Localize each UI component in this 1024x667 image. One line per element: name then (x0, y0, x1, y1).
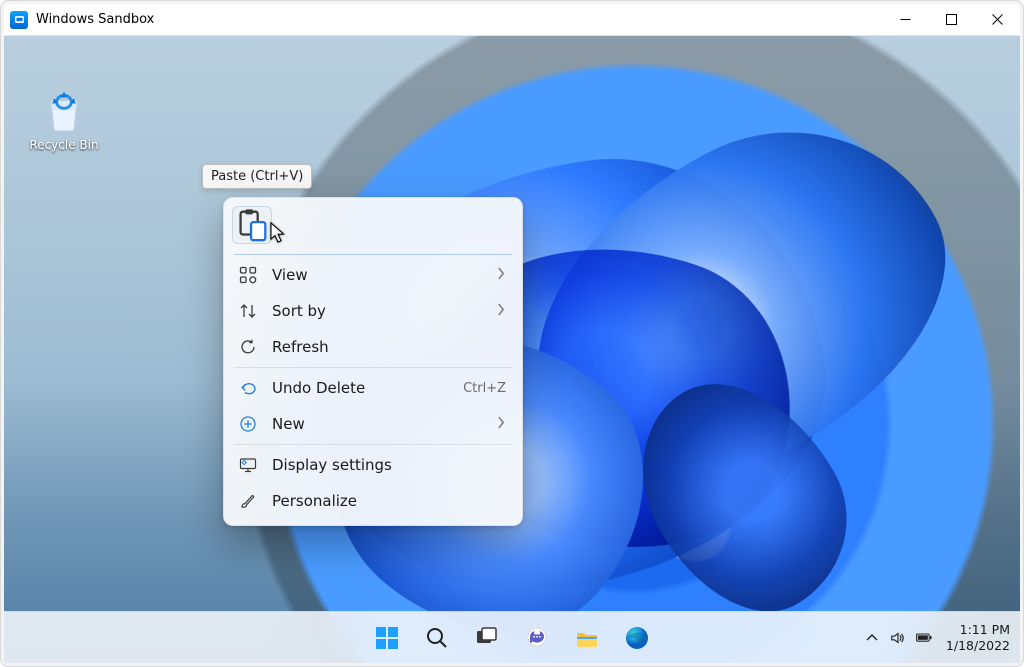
chevron-right-icon (496, 302, 506, 320)
refresh-icon (238, 337, 258, 357)
sort-icon (238, 301, 258, 321)
desktop-context-menu: View Sort by Refresh (223, 197, 523, 526)
monitor-gear-icon (238, 455, 258, 475)
start-button[interactable] (366, 617, 408, 659)
recycle-bin-label: Recycle Bin (29, 138, 98, 152)
folder-icon (574, 625, 600, 651)
grid-icon (238, 265, 258, 285)
menu-personalize-label: Personalize (272, 492, 506, 510)
chevron-right-icon (496, 415, 506, 433)
task-view-button[interactable] (466, 617, 508, 659)
undo-icon (238, 378, 258, 398)
clock-time: 1:11 PM (946, 622, 1010, 638)
context-separator (234, 444, 512, 445)
sandbox-app-icon (10, 11, 28, 29)
desktop[interactable]: Recycle Bin Paste (Ctrl+V) (4, 36, 1020, 663)
taskbar-clock[interactable]: 1:11 PM 1/18/2022 (946, 622, 1010, 653)
task-view-icon (474, 625, 500, 651)
menu-personalize[interactable]: Personalize (230, 483, 516, 519)
context-separator (234, 367, 512, 368)
menu-sort-by-label: Sort by (272, 302, 482, 320)
file-explorer-button[interactable] (566, 617, 608, 659)
menu-view[interactable]: View (230, 257, 516, 293)
app-window: Windows Sandbox (0, 0, 1024, 667)
menu-undo-delete-shortcut: Ctrl+Z (463, 381, 506, 396)
tray-icons[interactable] (864, 630, 932, 646)
clipboard-icon (233, 206, 271, 244)
menu-display-settings[interactable]: Display settings (230, 447, 516, 483)
edge-button[interactable] (616, 617, 658, 659)
menu-sort-by[interactable]: Sort by (230, 293, 516, 329)
window-controls (882, 4, 1020, 35)
edge-icon (624, 625, 650, 651)
context-separator (234, 254, 512, 255)
tooltip-text: Paste (Ctrl+V) (211, 169, 303, 184)
chat-icon (524, 625, 550, 651)
brush-icon (238, 491, 258, 511)
menu-refresh[interactable]: Refresh (230, 329, 516, 365)
chevron-up-icon[interactable] (864, 630, 880, 646)
search-icon (424, 625, 450, 651)
menu-new[interactable]: New (230, 406, 516, 442)
maximize-button[interactable] (928, 4, 974, 35)
system-tray: 1:11 PM 1/18/2022 (864, 622, 1010, 653)
search-button[interactable] (416, 617, 458, 659)
menu-undo-delete[interactable]: Undo Delete Ctrl+Z (230, 370, 516, 406)
close-button[interactable] (974, 4, 1020, 35)
chevron-right-icon (496, 266, 506, 284)
recycle-bin-icon[interactable]: Recycle Bin (28, 90, 100, 152)
plus-circle-icon (238, 414, 258, 434)
battery-icon[interactable] (916, 630, 932, 646)
taskbar-center-icons (366, 617, 658, 659)
chat-button[interactable] (516, 617, 558, 659)
window-title: Windows Sandbox (36, 12, 154, 27)
menu-undo-delete-label: Undo Delete (272, 379, 449, 397)
windows-logo-icon (374, 625, 400, 651)
paste-button[interactable] (232, 206, 272, 244)
menu-display-settings-label: Display settings (272, 456, 506, 474)
minimize-button[interactable] (882, 4, 928, 35)
menu-view-label: View (272, 266, 482, 284)
volume-icon[interactable] (890, 630, 906, 646)
titlebar[interactable]: Windows Sandbox (4, 4, 1020, 36)
mouse-cursor-icon (270, 222, 288, 246)
clock-date: 1/18/2022 (946, 638, 1010, 654)
menu-refresh-label: Refresh (272, 338, 506, 356)
menu-new-label: New (272, 415, 482, 433)
paste-tooltip: Paste (Ctrl+V) (202, 164, 312, 189)
taskbar[interactable]: 1:11 PM 1/18/2022 (4, 611, 1020, 663)
